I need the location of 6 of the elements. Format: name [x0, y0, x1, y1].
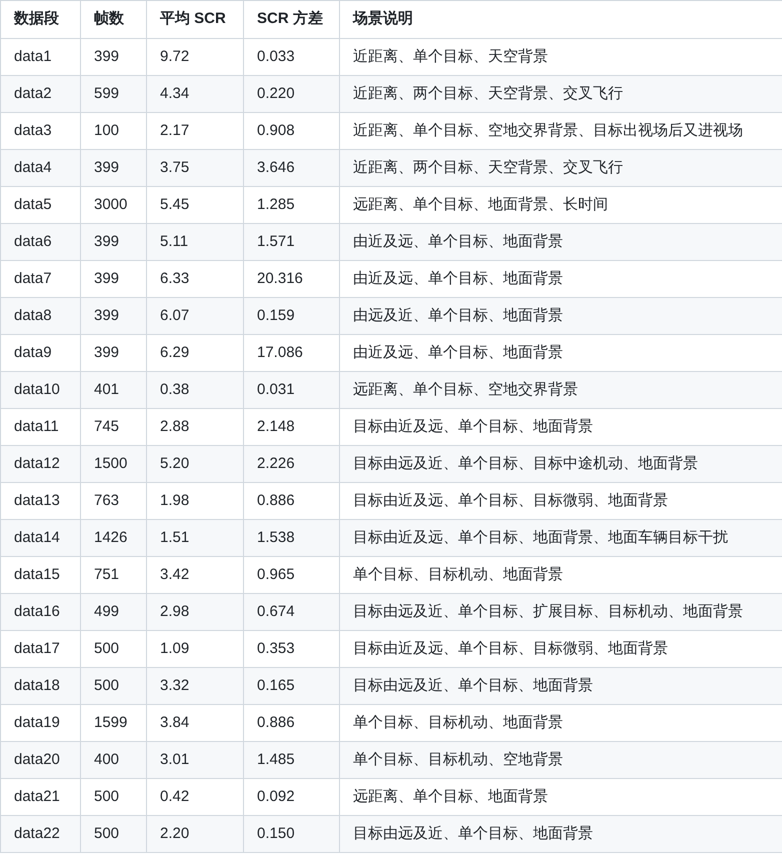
table-cell: data22: [0, 816, 80, 852]
table-cell: 500: [80, 816, 146, 852]
table-cell: 0.150: [244, 816, 340, 852]
column-header: 数据段: [0, 0, 80, 38]
column-header: 场景说明: [340, 0, 782, 38]
table-cell: 2.20: [146, 816, 244, 852]
